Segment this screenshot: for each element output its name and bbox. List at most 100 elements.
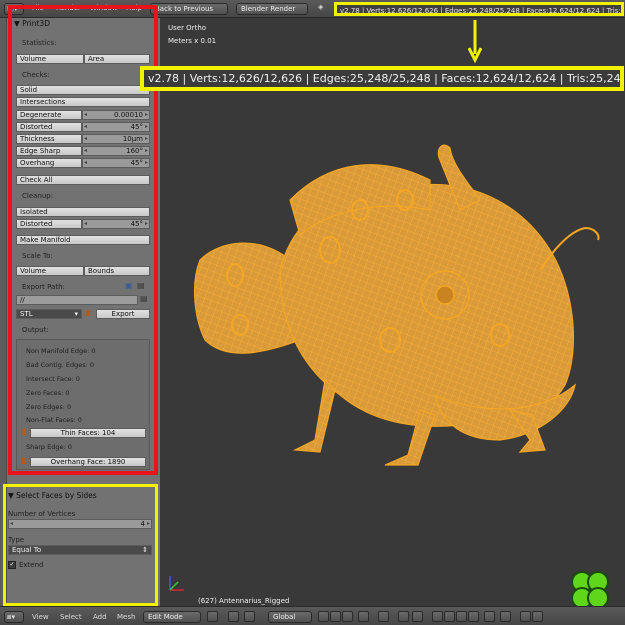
area-button[interactable]: Area: [84, 54, 150, 64]
solid-button[interactable]: Solid: [16, 85, 150, 95]
output-zero-faces: Zero Faces: 0: [26, 389, 70, 397]
thin-faces-button[interactable]: Thin Faces: 104: [30, 428, 146, 438]
type-dropdown[interactable]: Equal To ⇕: [8, 545, 152, 555]
menu-mesh[interactable]: Mesh: [117, 613, 135, 621]
output-non-manifold: Non Manifold Edge: 0: [26, 347, 96, 355]
decrement-arrow-icon[interactable]: ◂: [84, 147, 87, 155]
output-zero-edges: Zero Edges: 0: [26, 403, 72, 411]
gl-anim-icon[interactable]: [532, 611, 543, 622]
distorted-cleanup-button[interactable]: Distorted: [16, 219, 82, 229]
decrement-arrow-icon[interactable]: ◂: [84, 159, 87, 167]
export-icon: ◧: [85, 308, 93, 317]
dropdown-arrow-icon: ▾: [74, 310, 78, 318]
stats-readout: v2.78 | Verts:12,626/12,626 | Edges:25,2…: [334, 2, 624, 16]
num-vertices-field[interactable]: ◂ 4 ▸: [8, 519, 152, 529]
statistics-label: Statistics:: [22, 39, 57, 47]
checks-label: Checks:: [22, 71, 50, 79]
proportional-edit-icon[interactable]: [378, 611, 389, 622]
layer-2-icon[interactable]: [444, 611, 455, 622]
file-browser-icon[interactable]: ▣: [125, 281, 133, 290]
export-path-field[interactable]: //: [16, 295, 138, 305]
edge-sharp-button[interactable]: Edge Sharp: [16, 146, 82, 156]
menu-select[interactable]: Select: [60, 613, 82, 621]
increment-arrow-icon[interactable]: ▸: [145, 123, 148, 131]
layer-3-icon[interactable]: [456, 611, 467, 622]
increment-arrow-icon[interactable]: ▸: [145, 159, 148, 167]
mode-dropdown[interactable]: Edit Mode: [143, 611, 201, 623]
occlude-geometry-icon[interactable]: [358, 611, 369, 622]
face-select-icon[interactable]: [342, 611, 353, 622]
render-anim-icon[interactable]: [500, 611, 511, 622]
manipulator-icon[interactable]: [244, 611, 255, 622]
export-button[interactable]: Export: [96, 309, 150, 319]
editor-type-button[interactable]: ⓘ▾: [4, 3, 24, 15]
layer-1-icon[interactable]: [432, 611, 443, 622]
increment-arrow-icon[interactable]: ▸: [147, 520, 150, 528]
degenerate-field[interactable]: ◂ 0.00010 ▸: [82, 110, 150, 120]
format-dropdown[interactable]: STL ▾: [16, 309, 82, 319]
check-all-button[interactable]: Check All: [16, 175, 150, 185]
decrement-arrow-icon[interactable]: ◂: [84, 135, 87, 143]
edge-sharp-field[interactable]: ◂ 160° ▸: [82, 146, 150, 156]
decrement-arrow-icon[interactable]: ◂: [84, 123, 87, 131]
shading-icon[interactable]: [207, 611, 218, 622]
folder-open-icon[interactable]: ▤: [140, 294, 148, 303]
menu-window[interactable]: Window: [90, 4, 118, 12]
tool-shelf-tabs[interactable]: [0, 18, 7, 606]
stats-readout-enlarged: v2.78 | Verts:12,626/12,626 | Edges:25,2…: [140, 66, 624, 91]
editor-type-button[interactable]: ⧈▾: [4, 611, 24, 623]
mesh-object[interactable]: [180, 140, 610, 480]
scale-volume-button[interactable]: Volume: [16, 266, 84, 276]
overhang-button[interactable]: Overhang: [16, 158, 82, 168]
distorted-cleanup-field[interactable]: ◂ 45° ▸: [82, 219, 150, 229]
degenerate-button[interactable]: Degenerate: [16, 110, 82, 120]
distorted-button[interactable]: Distorted: [16, 122, 82, 132]
extend-checkbox[interactable]: ✓: [8, 561, 16, 569]
menu-file[interactable]: File: [32, 4, 44, 12]
render-engine-label: Blender Render: [241, 5, 296, 13]
select-faces-header[interactable]: ▼ Select Faces by Sides: [6, 490, 156, 502]
vertex-select-icon[interactable]: [318, 611, 329, 622]
isolated-button[interactable]: Isolated: [16, 207, 150, 217]
orientation-value: Global: [273, 613, 296, 621]
increment-arrow-icon[interactable]: ▸: [145, 111, 148, 119]
make-manifold-button[interactable]: Make Manifold: [16, 235, 150, 245]
overhang-face-button[interactable]: Overhang Face: 1890: [30, 457, 146, 467]
volume-button[interactable]: Volume: [16, 54, 84, 64]
callout-arrow-icon: [468, 20, 482, 64]
print3d-header[interactable]: ▼ Print3D: [12, 18, 157, 30]
output-sharp-edge: Sharp Edge: 0: [26, 443, 72, 451]
output-bad-contig: Bad Contig. Edges: 0: [26, 361, 95, 369]
render-engine-dropdown[interactable]: Blender Render: [236, 3, 308, 15]
increment-arrow-icon[interactable]: ▸: [145, 220, 148, 228]
menu-render[interactable]: Render: [56, 4, 81, 12]
menu-add[interactable]: Add: [93, 613, 107, 621]
select-icon: ◧: [21, 456, 29, 465]
distorted-field[interactable]: ◂ 45° ▸: [82, 122, 150, 132]
orientation-dropdown[interactable]: Global: [268, 611, 312, 623]
top-menu-bar: ⓘ▾ File Render Window Help Back to Previ…: [0, 0, 625, 18]
scale-bounds-button[interactable]: Bounds: [84, 266, 150, 276]
increment-arrow-icon[interactable]: ▸: [145, 147, 148, 155]
folder-icon[interactable]: ▤: [137, 281, 145, 290]
decrement-arrow-icon[interactable]: ◂: [84, 111, 87, 119]
menu-view[interactable]: View: [32, 613, 49, 621]
back-to-previous-button[interactable]: Back to Previous: [150, 3, 228, 15]
decrement-arrow-icon[interactable]: ◂: [84, 220, 87, 228]
gl-render-icon[interactable]: [520, 611, 531, 622]
snap-icon[interactable]: [398, 611, 409, 622]
pivot-icon[interactable]: [228, 611, 239, 622]
thickness-field[interactable]: ◂ 10µm ▸: [82, 134, 150, 144]
edge-select-icon[interactable]: [330, 611, 341, 622]
thickness-button[interactable]: Thickness: [16, 134, 82, 144]
menu-help[interactable]: Help: [126, 4, 142, 12]
overhang-field[interactable]: ◂ 45° ▸: [82, 158, 150, 168]
intersections-button[interactable]: Intersections: [16, 97, 150, 107]
decrement-arrow-icon[interactable]: ◂: [10, 520, 13, 528]
snap-target-icon[interactable]: [412, 611, 423, 622]
num-vertices-value: 4: [140, 520, 145, 528]
units-label: Meters x 0.01: [168, 37, 217, 45]
layer-4-icon[interactable]: [468, 611, 479, 622]
increment-arrow-icon[interactable]: ▸: [145, 135, 148, 143]
render-preview-icon[interactable]: [484, 611, 495, 622]
